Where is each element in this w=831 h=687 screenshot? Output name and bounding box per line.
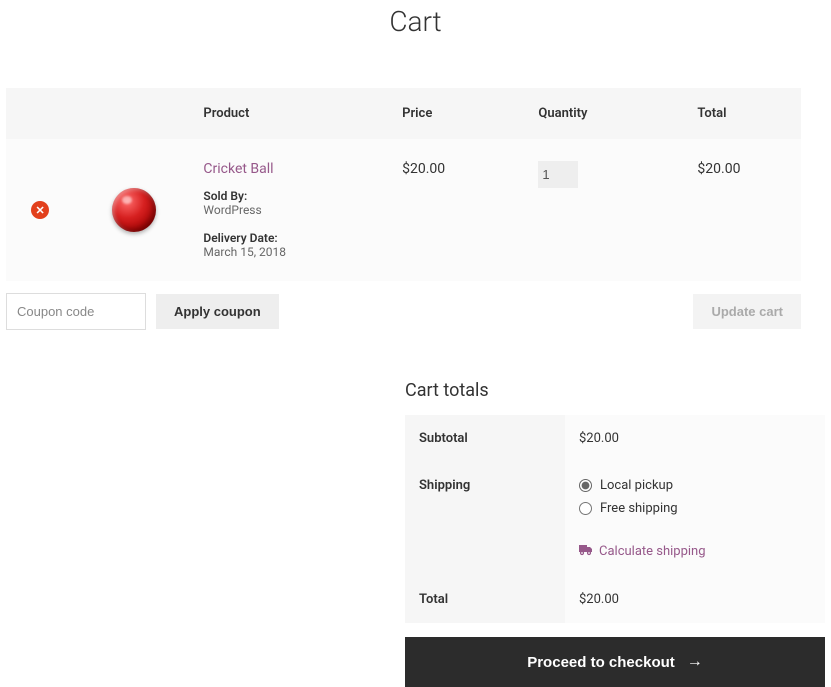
shipping-option-local-pickup[interactable]: Local pickup — [579, 478, 811, 493]
sold-by-label: Sold By: — [203, 189, 382, 203]
col-header-quantity: Quantity — [528, 88, 687, 139]
item-total: $20.00 — [697, 161, 740, 177]
cart-totals-title: Cart totals — [405, 380, 825, 401]
cart-totals: Cart totals Subtotal $20.00 Shipping Loc… — [405, 380, 825, 687]
delivery-date-value: March 15, 2018 — [203, 245, 382, 259]
shipping-local-pickup-label: Local pickup — [600, 478, 673, 493]
proceed-to-checkout-button[interactable]: Proceed to checkout → — [405, 637, 825, 687]
arrow-right-icon: → — [687, 653, 703, 671]
table-row: ✕ Cricket Ball Sold By: WordPress Delive… — [6, 139, 801, 281]
shipping-option-free-shipping[interactable]: Free shipping — [579, 501, 811, 516]
col-header-price: Price — [392, 88, 528, 139]
sold-by-value: WordPress — [203, 203, 382, 217]
coupon-code-input[interactable] — [6, 293, 146, 330]
calculate-shipping-link[interactable]: Calculate shipping — [579, 544, 706, 559]
shipping-radio-local-pickup[interactable] — [579, 479, 592, 492]
subtotal-label: Subtotal — [405, 415, 565, 462]
col-header-product: Product — [193, 88, 392, 139]
total-value: $20.00 — [565, 576, 825, 623]
item-price: $20.00 — [402, 161, 445, 177]
page-title: Cart — [0, 5, 831, 38]
col-header-remove — [6, 88, 74, 139]
delivery-date-label: Delivery Date: — [203, 231, 382, 245]
checkout-button-label: Proceed to checkout — [527, 654, 675, 671]
truck-icon — [579, 544, 593, 559]
col-header-thumb — [74, 88, 193, 139]
col-header-total: Total — [687, 88, 801, 139]
product-name-link[interactable]: Cricket Ball — [203, 161, 273, 177]
quantity-input[interactable] — [538, 161, 578, 188]
subtotal-value: $20.00 — [565, 415, 825, 462]
shipping-label: Shipping — [405, 462, 565, 576]
shipping-free-shipping-label: Free shipping — [600, 501, 678, 516]
cart-table: Product Price Quantity Total ✕ Cricket B… — [6, 88, 801, 281]
total-label: Total — [405, 576, 565, 623]
apply-coupon-button[interactable]: Apply coupon — [156, 294, 279, 329]
cart-actions: Apply coupon Update cart — [6, 293, 801, 330]
calculate-shipping-label: Calculate shipping — [599, 544, 706, 559]
remove-item-icon[interactable]: ✕ — [31, 201, 49, 219]
product-thumbnail[interactable] — [112, 188, 156, 232]
shipping-radio-free-shipping[interactable] — [579, 502, 592, 515]
update-cart-button[interactable]: Update cart — [693, 294, 801, 329]
totals-table: Subtotal $20.00 Shipping Local pickup Fr… — [405, 415, 825, 623]
